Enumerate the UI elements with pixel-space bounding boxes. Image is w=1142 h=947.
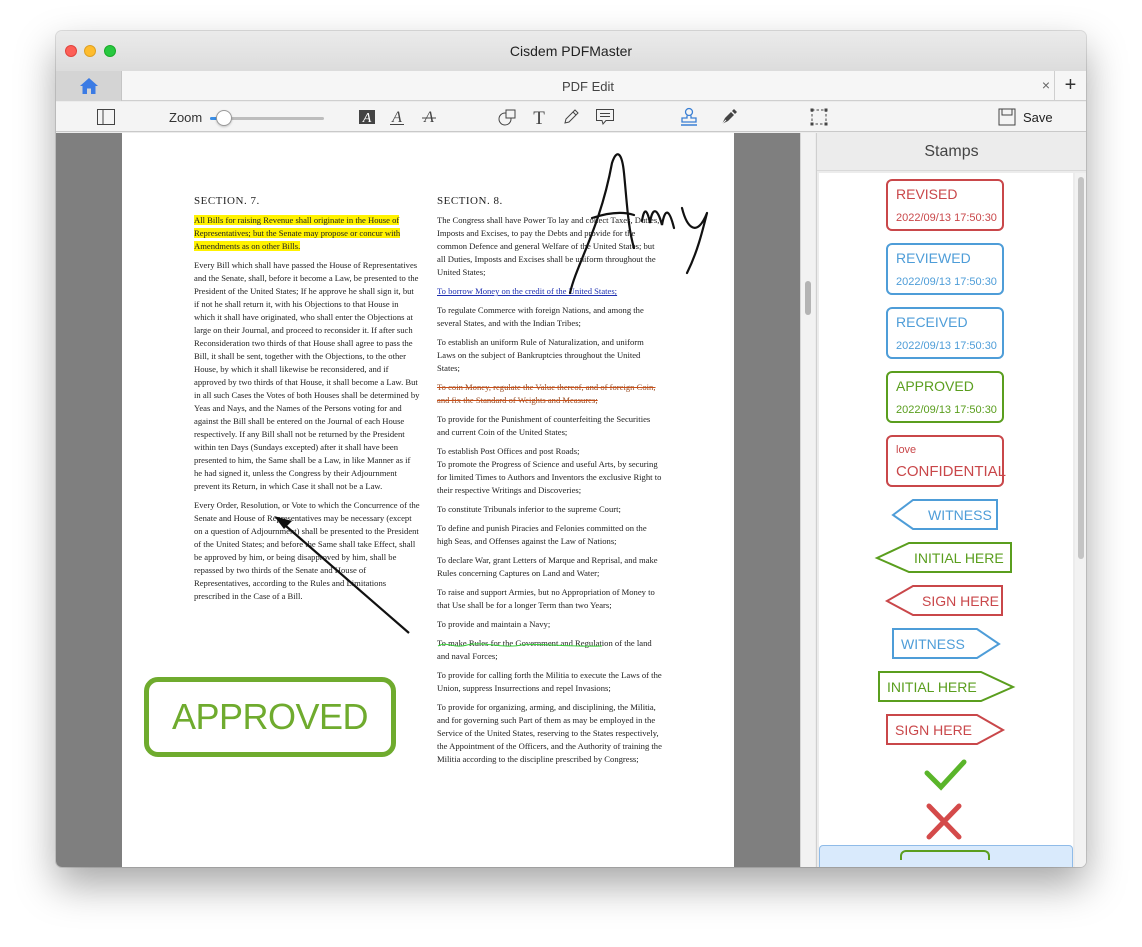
scrollbar-thumb[interactable] bbox=[805, 281, 811, 315]
svg-text:A: A bbox=[391, 109, 402, 126]
new-tab-button[interactable]: + bbox=[1054, 71, 1086, 101]
signature-pen-icon[interactable] bbox=[718, 105, 740, 129]
stamps-panel: Stamps REVISED 2022/09/13 17:50:30 REVIE… bbox=[816, 133, 1086, 867]
stamp-initial-here-left[interactable]: INITIAL HERE bbox=[914, 550, 1004, 566]
stamp-icon[interactable] bbox=[678, 105, 700, 129]
app-window: Cisdem PDFMaster PDF Edit × + Zoom A A A bbox=[56, 31, 1086, 867]
arrow-head bbox=[274, 516, 292, 529]
check-mark-icon bbox=[924, 759, 967, 791]
tab-pdf-edit[interactable]: PDF Edit bbox=[122, 71, 1054, 101]
tab-close-icon[interactable]: × bbox=[1042, 77, 1050, 93]
pdf-page[interactable]: SECTION. 7. All Bills for raising Revenu… bbox=[122, 133, 734, 867]
svg-text:T: T bbox=[533, 108, 545, 126]
text-box-icon[interactable]: T bbox=[528, 105, 550, 129]
tab-bar: PDF Edit × + bbox=[56, 71, 1086, 101]
tab-label: PDF Edit bbox=[561, 79, 614, 94]
home-tab[interactable] bbox=[56, 71, 122, 101]
stamp-witness-left[interactable]: WITNESS bbox=[928, 507, 992, 523]
sidebar-toggle-icon[interactable] bbox=[94, 105, 118, 129]
text-strikethrough-icon[interactable]: A bbox=[418, 105, 440, 129]
text-highlight-icon[interactable]: A bbox=[356, 105, 378, 129]
crop-select-icon[interactable] bbox=[808, 105, 830, 129]
scrollbar-thumb[interactable] bbox=[1078, 177, 1084, 559]
cross-mark-icon bbox=[926, 803, 962, 840]
save-icon[interactable] bbox=[996, 105, 1018, 129]
stamp-witness-right[interactable]: WITNESS bbox=[901, 636, 965, 652]
stamps-scrollbar[interactable] bbox=[1075, 173, 1086, 867]
approved-stamp-on-page[interactable]: APPROVED bbox=[144, 677, 396, 757]
stamp-item-selected[interactable] bbox=[819, 845, 1073, 867]
title-bar: Cisdem PDFMaster bbox=[56, 31, 1086, 71]
shape-icon[interactable] bbox=[496, 105, 518, 129]
stamp-list[interactable]: REVISED 2022/09/13 17:50:30 REVIEWED 202… bbox=[819, 173, 1073, 867]
zoom-label: Zoom bbox=[169, 110, 203, 125]
window-title: Cisdem PDFMaster bbox=[509, 43, 633, 59]
svg-text:A: A bbox=[362, 111, 372, 126]
home-icon bbox=[80, 78, 98, 94]
document-viewer[interactable]: SECTION. 7. All Bills for raising Revenu… bbox=[56, 133, 800, 867]
stamp-sign-here-left[interactable]: SIGN HERE bbox=[922, 593, 999, 609]
edit-toolbar: Zoom A A A T Save bbox=[56, 102, 1086, 132]
save-button[interactable]: Save bbox=[1023, 110, 1053, 125]
freehand-signature[interactable] bbox=[568, 153, 709, 295]
document-scrollbar[interactable] bbox=[800, 133, 815, 867]
zoom-slider-knob[interactable] bbox=[215, 110, 232, 126]
stamp-initial-here-right[interactable]: INITIAL HERE bbox=[887, 679, 977, 695]
note-icon[interactable] bbox=[594, 105, 616, 129]
stamp-sign-here-right[interactable]: SIGN HERE bbox=[895, 722, 972, 738]
pencil-icon[interactable] bbox=[560, 105, 582, 129]
arrow-annotation[interactable] bbox=[278, 519, 410, 634]
stamps-panel-title: Stamps bbox=[817, 133, 1086, 171]
freehand-underline[interactable] bbox=[437, 643, 603, 647]
text-underline-icon[interactable]: A bbox=[386, 105, 408, 129]
